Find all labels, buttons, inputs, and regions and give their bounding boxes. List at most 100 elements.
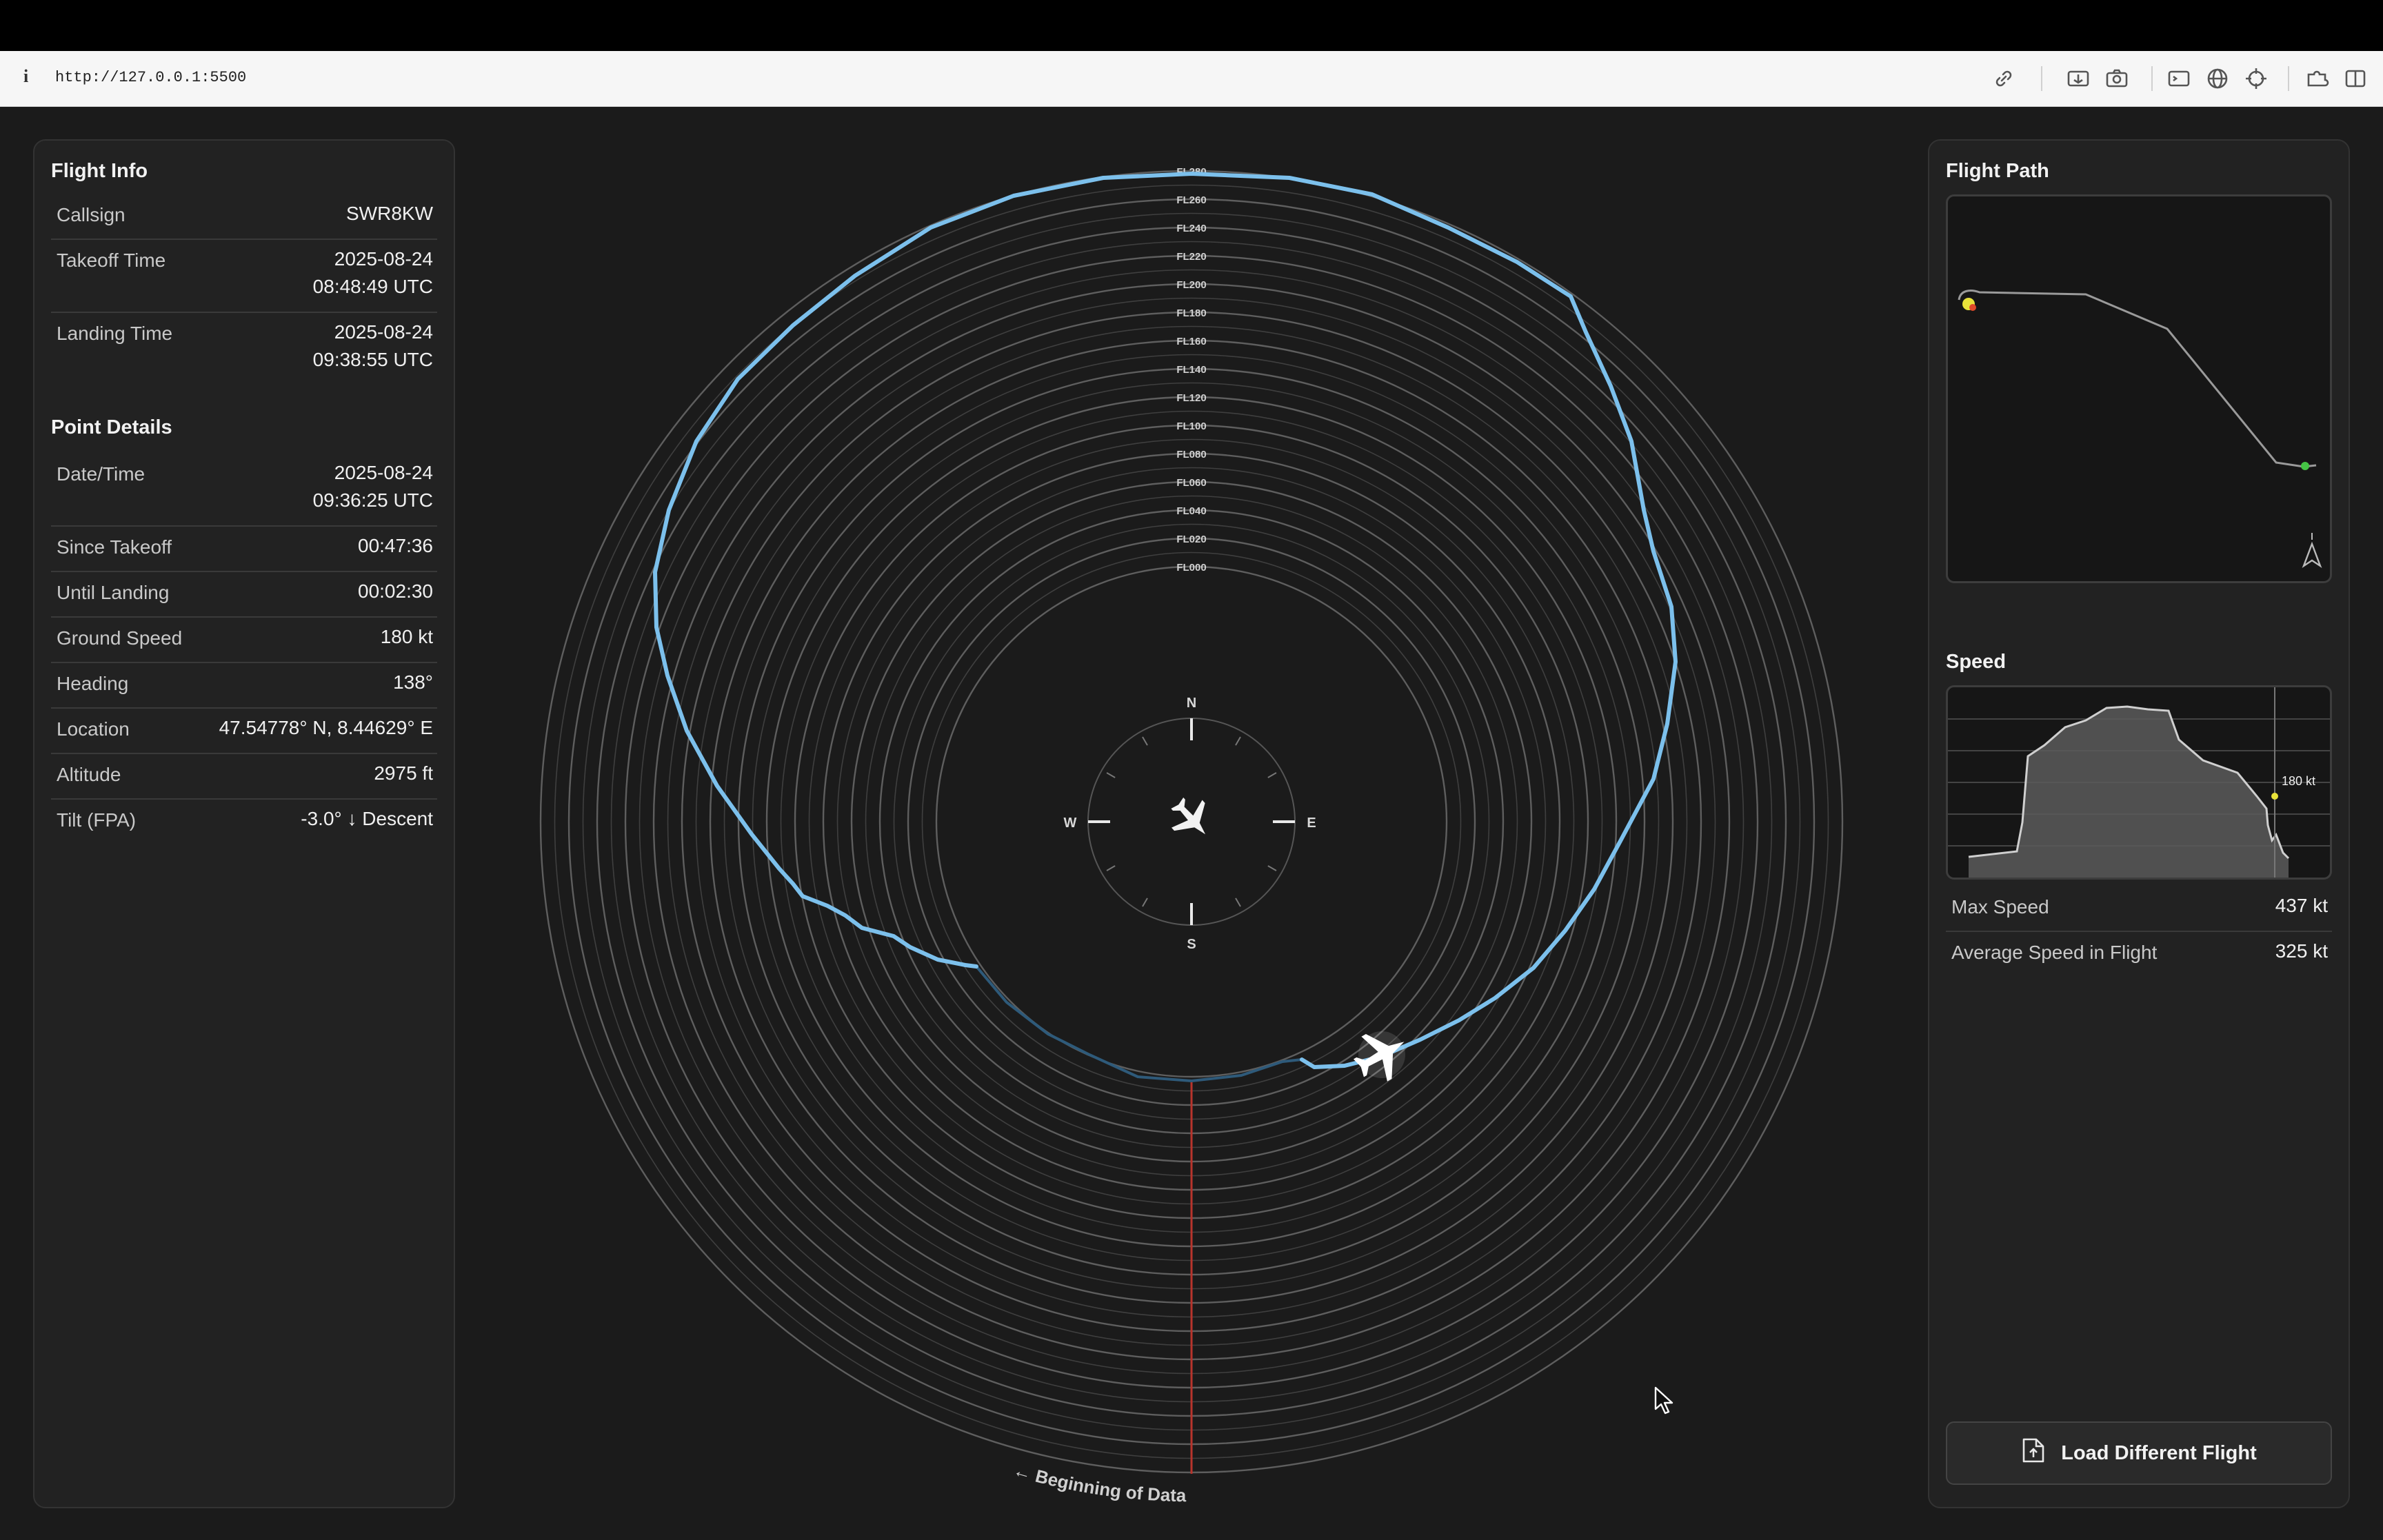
flight-track bbox=[653, 172, 1678, 1069]
compass-tick bbox=[1235, 736, 1241, 746]
row-label: Location bbox=[57, 718, 130, 740]
compass-tick bbox=[1267, 772, 1277, 778]
flight-info-panel: Flight Info Callsign SWR8KW Takeoff Time… bbox=[33, 139, 455, 1508]
compass-n: N bbox=[1187, 696, 1196, 711]
row-label: Max Speed bbox=[1951, 896, 2049, 918]
max-speed-row: Max Speed 437 kt bbox=[1946, 888, 2332, 932]
compass-tick bbox=[1235, 898, 1241, 907]
datetime-row: Date/Time 2025-08-24 09:36:25 UTC bbox=[51, 455, 437, 527]
flight-level-label: FL100 bbox=[1176, 421, 1206, 432]
row-value: 09:38:55 UTC bbox=[312, 349, 433, 370]
row-value: 00:02:30 bbox=[358, 580, 433, 602]
row-value: 180 kt bbox=[380, 626, 433, 647]
compass-tick bbox=[1142, 898, 1148, 907]
row-label: Altitude bbox=[57, 764, 121, 785]
row-value: 2025-08-24 bbox=[334, 462, 433, 483]
crosshair-icon[interactable] bbox=[2242, 65, 2270, 92]
row-value: 00:47:36 bbox=[358, 535, 433, 556]
toolbar-divider bbox=[2151, 66, 2153, 91]
row-value: 2975 ft bbox=[374, 762, 433, 784]
screenshot-icon[interactable] bbox=[2064, 65, 2092, 92]
flight-level-label: FL140 bbox=[1176, 364, 1206, 376]
link-icon[interactable] bbox=[1990, 65, 2018, 92]
row-label: Landing Time bbox=[57, 323, 173, 344]
speed-title: Speed bbox=[1946, 651, 2007, 673]
row-value: 08:48:49 UTC bbox=[312, 276, 433, 297]
flight-path-panel: Flight Path Speed 180 kt Max Speed 437 k… bbox=[1928, 139, 2350, 1508]
compass-tick bbox=[1267, 865, 1277, 871]
flight-level-label: FL020 bbox=[1176, 534, 1206, 545]
avg-speed-row: Average Speed in Flight 325 kt bbox=[1946, 933, 2332, 977]
start-point-dot bbox=[1969, 304, 1976, 311]
toolbar-divider bbox=[2041, 66, 2042, 91]
flight-level-labels: FL280FL260FL240FL220FL200FL180FL160FL140… bbox=[1176, 166, 1206, 574]
row-label: Callsign bbox=[57, 204, 125, 225]
compass: N S E W bbox=[1064, 696, 1316, 952]
altitude-radar[interactable]: FL280FL260FL240FL220FL200FL180FL160FL140… bbox=[524, 138, 1862, 1530]
speed-current-dot bbox=[2271, 793, 2278, 800]
ground-speed-row: Ground Speed 180 kt bbox=[51, 619, 437, 663]
load-different-flight-button[interactable]: Load Different Flight bbox=[1946, 1421, 2332, 1485]
flight-level-label: FL000 bbox=[1176, 562, 1206, 574]
speed-chart[interactable]: 180 kt bbox=[1946, 685, 2332, 880]
file-upload-icon bbox=[2021, 1437, 2046, 1470]
load-button-label: Load Different Flight bbox=[2061, 1441, 2257, 1464]
row-value: 2025-08-24 bbox=[334, 248, 433, 270]
row-value: 325 kt bbox=[2275, 940, 2328, 962]
camera-icon[interactable] bbox=[2103, 65, 2131, 92]
window-top-bar bbox=[0, 0, 2383, 51]
flight-level-label: FL080 bbox=[1176, 449, 1206, 460]
track-past-dim bbox=[975, 965, 1303, 1083]
extensions-icon[interactable] bbox=[2303, 65, 2331, 92]
aircraft-icon bbox=[1353, 1034, 1405, 1082]
row-label: Average Speed in Flight bbox=[1951, 942, 2158, 963]
mouse-cursor-icon bbox=[1654, 1386, 1673, 1415]
flight-level-label: FL060 bbox=[1176, 477, 1206, 489]
row-value: 47.54778° N, 8.44629° E bbox=[219, 717, 433, 738]
compass-s: S bbox=[1187, 937, 1196, 952]
north-arrow-icon bbox=[2302, 533, 2322, 569]
row-label: Since Takeoff bbox=[57, 536, 172, 558]
row-label: Until Landing bbox=[57, 582, 170, 603]
row-value: 2025-08-24 bbox=[334, 321, 433, 343]
row-label: Heading bbox=[57, 673, 129, 694]
row-label: Date/Time bbox=[57, 463, 145, 485]
browser-url-bar: i http://127.0.0.1:5500 bbox=[0, 51, 2383, 107]
flight-level-label: FL260 bbox=[1176, 194, 1206, 206]
compass-tick bbox=[1142, 736, 1148, 746]
current-position-marker[interactable] bbox=[1346, 1020, 1418, 1091]
compass-w: W bbox=[1064, 815, 1077, 831]
altitude-row: Altitude 2975 ft bbox=[51, 756, 437, 800]
point-details-title: Point Details bbox=[51, 416, 172, 438]
end-point-dot bbox=[2301, 462, 2309, 470]
location-row: Location 47.54778° N, 8.44629° E bbox=[51, 710, 437, 754]
flight-path-map[interactable] bbox=[1946, 194, 2332, 583]
row-label: Tilt (FPA) bbox=[57, 809, 137, 831]
flight-info-title: Flight Info bbox=[51, 160, 148, 182]
row-label: Ground Speed bbox=[57, 627, 183, 649]
landing-time-row: Landing Time 2025-08-24 09:38:55 UTC bbox=[51, 314, 437, 386]
url-text[interactable]: http://127.0.0.1:5500 bbox=[55, 69, 246, 86]
flight-level-label: FL180 bbox=[1176, 307, 1206, 319]
row-value: 09:36:25 UTC bbox=[312, 489, 433, 511]
heading-airplane-icon bbox=[1171, 797, 1206, 835]
until-landing-row: Until Landing 00:02:30 bbox=[51, 574, 437, 618]
compass-tick bbox=[1106, 772, 1116, 778]
row-value: SWR8KW bbox=[346, 203, 433, 224]
since-takeoff-row: Since Takeoff 00:47:36 bbox=[51, 528, 437, 572]
info-icon[interactable]: i bbox=[23, 66, 28, 87]
row-value: 138° bbox=[393, 671, 433, 693]
sidebar-toggle-icon[interactable] bbox=[2342, 65, 2369, 92]
compass-tick bbox=[1106, 865, 1116, 871]
callsign-row: Callsign SWR8KW bbox=[51, 197, 437, 240]
tilt-row: Tilt (FPA) -3.0° ↓ Descent bbox=[51, 801, 437, 845]
heading-row: Heading 138° bbox=[51, 665, 437, 709]
speed-marker-label: 180 kt bbox=[2282, 774, 2315, 788]
terminal-icon[interactable] bbox=[2165, 65, 2193, 92]
row-value: -3.0° ↓ Descent bbox=[301, 808, 433, 829]
flight-level-label: FL220 bbox=[1176, 251, 1206, 263]
globe-icon[interactable] bbox=[2204, 65, 2231, 92]
flight-path-line bbox=[1958, 290, 2317, 468]
compass-e: E bbox=[1307, 815, 1316, 831]
flight-level-label: FL200 bbox=[1176, 279, 1206, 291]
